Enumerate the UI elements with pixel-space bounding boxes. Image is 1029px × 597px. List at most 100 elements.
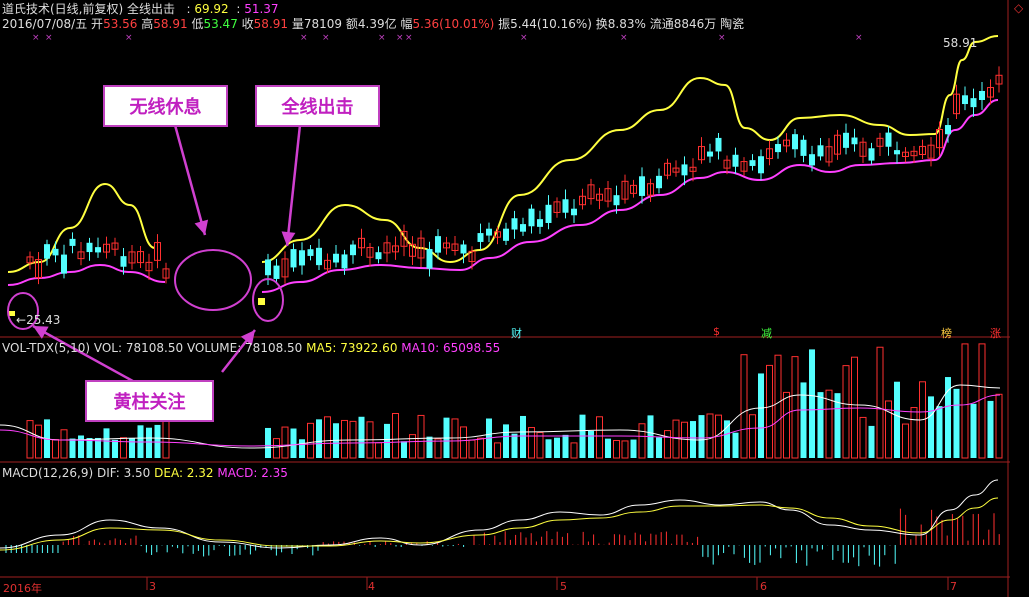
signal-finance[interactable]: 财 bbox=[511, 325, 522, 341]
volume-header: VOL-TDX(5,10) VOL: 78108.50 VOLUME: 7810… bbox=[2, 341, 501, 355]
candle-body bbox=[61, 254, 67, 274]
volume-bar bbox=[630, 439, 637, 458]
candle-body bbox=[817, 145, 824, 157]
candle-body bbox=[341, 254, 348, 269]
candle-body bbox=[758, 156, 764, 174]
volume-bar bbox=[570, 442, 578, 459]
volume-bar bbox=[52, 439, 59, 459]
candle-body bbox=[979, 90, 985, 101]
volume-bar bbox=[961, 343, 969, 459]
candle-body bbox=[945, 125, 951, 135]
volume-bar bbox=[681, 421, 688, 459]
sector-tag[interactable]: 陶瓷 bbox=[720, 17, 744, 31]
signal-limit-up[interactable]: 涨 bbox=[990, 325, 1001, 341]
volume-bar bbox=[605, 438, 611, 458]
candle-body bbox=[273, 265, 280, 279]
candle-body bbox=[120, 256, 127, 267]
marker-icon: × bbox=[405, 33, 413, 43]
volume-bar bbox=[800, 382, 807, 458]
candle-body bbox=[885, 132, 892, 147]
volume-bar bbox=[562, 434, 569, 458]
volume-bar bbox=[868, 425, 875, 458]
volume-bar bbox=[503, 424, 509, 458]
x-axis-label: 4 bbox=[368, 580, 375, 593]
candle-body bbox=[894, 150, 900, 155]
marker-icon: × bbox=[855, 33, 863, 43]
x-axis-label: 3 bbox=[149, 580, 156, 593]
volume-bar bbox=[60, 429, 68, 459]
candle-body bbox=[333, 253, 339, 263]
volume-bar bbox=[894, 381, 900, 458]
volume-bar bbox=[664, 430, 671, 459]
macd-dea-line bbox=[0, 497, 999, 551]
volume-bar bbox=[392, 412, 399, 459]
signal-ranking[interactable]: 榜 bbox=[941, 325, 952, 341]
candle-body bbox=[350, 244, 356, 256]
title-text: 道氏技术(日线,前复权) 全线出击 bbox=[2, 2, 175, 16]
volume-bar bbox=[401, 441, 407, 458]
upper-band-line bbox=[261, 35, 999, 264]
candle-body bbox=[44, 244, 50, 259]
volume-bar bbox=[588, 430, 594, 458]
marker-icon: × bbox=[32, 33, 40, 43]
volume-indicator-name[interactable]: VOL-TDX(5,10) bbox=[2, 341, 90, 355]
highlight-circle bbox=[252, 278, 284, 322]
volume-bar bbox=[112, 439, 118, 458]
volume-bar bbox=[86, 438, 93, 458]
volume-bar bbox=[978, 343, 986, 459]
volume-bar bbox=[672, 419, 680, 459]
amplitude-value: 振5.44(10.16%) bbox=[498, 17, 592, 31]
candle-body bbox=[511, 218, 518, 230]
volume-bar bbox=[358, 416, 365, 458]
yellow-candle bbox=[258, 298, 265, 305]
volume-bar bbox=[477, 437, 484, 459]
volume-bar bbox=[307, 422, 314, 459]
candle-body bbox=[375, 252, 382, 260]
volume-bar bbox=[299, 439, 305, 458]
macd-indicator-name[interactable]: MACD(12,26,9) bbox=[2, 466, 93, 480]
candle-body bbox=[307, 249, 314, 256]
volume-bar bbox=[936, 406, 943, 458]
x-axis-label: 6 bbox=[760, 580, 767, 593]
volume-bar bbox=[324, 416, 331, 459]
candle-body bbox=[562, 199, 569, 213]
signal-reduce[interactable]: 减 bbox=[761, 325, 772, 341]
volume-bar bbox=[434, 438, 442, 459]
volume-bar bbox=[953, 388, 960, 458]
candle-body bbox=[715, 137, 722, 152]
volume-bar bbox=[902, 423, 909, 459]
volume-bar bbox=[910, 407, 918, 459]
arrow-line bbox=[32, 324, 141, 387]
line2-value: 51.37 bbox=[244, 2, 279, 16]
volume-bar bbox=[273, 438, 280, 459]
marker-icon: × bbox=[396, 33, 404, 43]
marker-icon: × bbox=[125, 33, 133, 43]
candle-body bbox=[435, 236, 441, 253]
volume-bar bbox=[724, 420, 730, 458]
volume-bar bbox=[928, 396, 934, 458]
volume-bar bbox=[154, 424, 161, 458]
volume-bar bbox=[129, 438, 135, 458]
candle-body bbox=[520, 224, 526, 232]
stock-chart-window: × × × × × × × × × × × × 道氏技术(日线,前复权) 全线出击 : 69.92 :… bbox=[0, 0, 1029, 597]
volume-bar bbox=[69, 438, 76, 458]
candle-body bbox=[707, 151, 713, 157]
candle-body bbox=[843, 132, 849, 148]
volume-bar bbox=[511, 433, 518, 458]
signal-dollar[interactable]: $ bbox=[713, 325, 720, 338]
candle-body bbox=[851, 137, 858, 145]
volume-bar bbox=[468, 439, 476, 459]
volume-bar bbox=[78, 435, 84, 458]
volume-value: 量78109 bbox=[291, 17, 343, 31]
low-price-mark: ←25.43 bbox=[16, 313, 61, 327]
diamond-icon[interactable]: ◇ bbox=[1014, 1, 1023, 15]
arrow-left-icon: ← bbox=[16, 313, 27, 327]
volume-bar bbox=[35, 424, 42, 459]
volume-bar bbox=[740, 354, 748, 459]
annotation-yellow-bar: 黄柱关注 bbox=[85, 380, 214, 422]
volume-bar bbox=[146, 427, 152, 458]
volume-bar bbox=[545, 439, 552, 458]
candle-body bbox=[809, 154, 815, 166]
marker-icon: × bbox=[300, 33, 308, 43]
candle-body bbox=[477, 233, 484, 242]
